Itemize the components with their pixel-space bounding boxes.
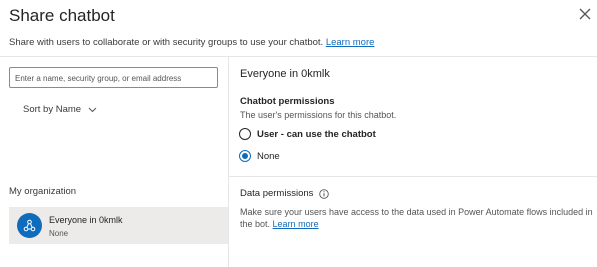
search-input[interactable] [10,69,217,88]
org-list-item[interactable]: Everyone in 0kmlk None [9,207,228,244]
search-field[interactable] [9,67,218,88]
org-item-role: None [49,229,69,238]
dialog-title: Share chatbot [9,6,115,25]
avatar [17,213,42,238]
radio-none-option[interactable]: None [239,150,280,162]
radio-label: None [257,150,280,162]
permissions-description: The user's permissions for this chatbot. [240,110,397,120]
org-item-name: Everyone in 0kmlk [49,215,123,225]
data-permissions-heading: Data permissions [240,188,330,199]
learn-more-link[interactable]: Learn more [326,37,375,48]
radio-user-option[interactable]: User - can use the chatbot [239,128,376,140]
subtitle-text: Share with users to collaborate or with … [9,37,324,48]
sort-dropdown[interactable]: Sort by Name [23,104,97,115]
info-icon[interactable] [319,188,330,199]
radio-button[interactable] [239,128,251,140]
org-tree-icon [23,219,36,232]
selected-entity-title: Everyone in 0kmlk [240,68,330,80]
org-heading: My organization [9,186,77,197]
radio-button[interactable] [239,150,251,162]
divider [229,176,597,177]
panel-divider [228,57,229,267]
radio-label: User - can use the chatbot [257,128,376,140]
close-icon[interactable] [578,7,592,21]
data-permissions-description: Make sure your users have access to the … [240,206,595,230]
data-learn-more-link[interactable]: Learn more [273,219,319,229]
chevron-down-icon [88,107,97,112]
divider [0,56,597,57]
dialog-subtitle: Share with users to collaborate or with … [9,37,374,48]
data-heading-label: Data permissions [240,188,314,199]
permissions-heading: Chatbot permissions [240,96,335,107]
sort-label: Sort by Name [23,104,82,115]
